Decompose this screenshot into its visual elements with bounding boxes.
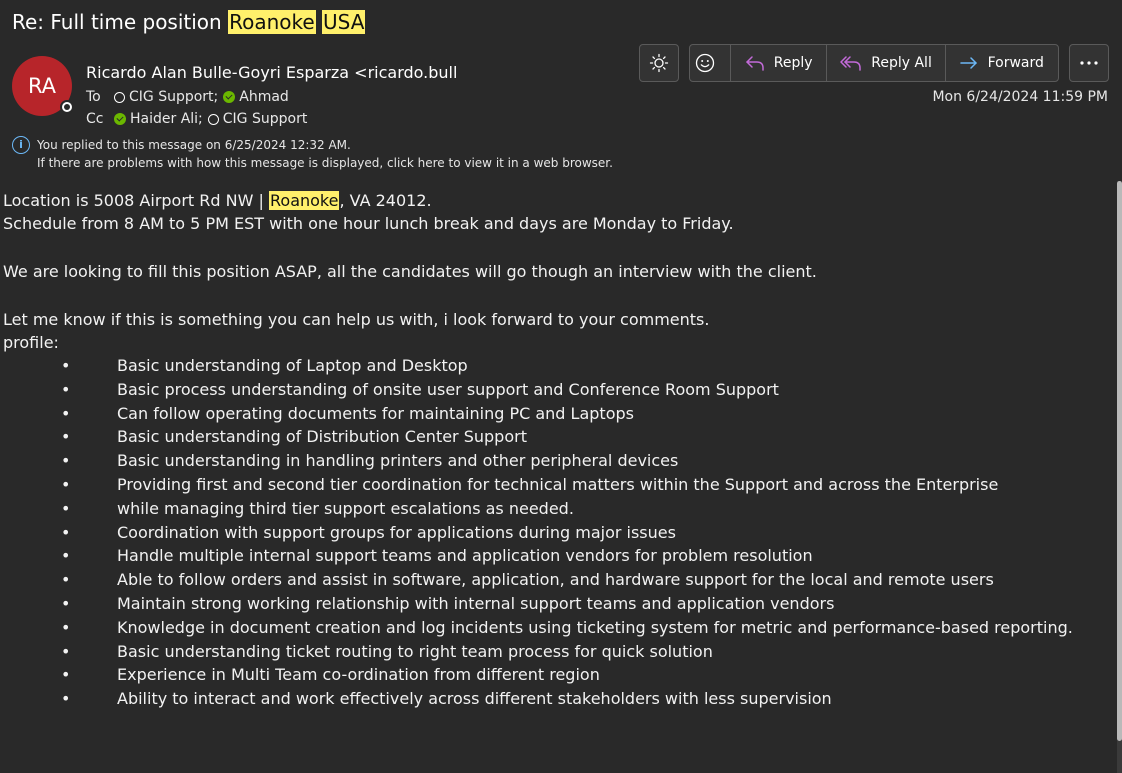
sender-name[interactable]: Ricardo Alan Bulle-Goyri Esparza <ricard…: [86, 62, 456, 84]
asap-line: We are looking to fill this position ASA…: [3, 262, 817, 281]
to-label: To: [86, 89, 101, 105]
response-button-group: Reply Reply All Forward: [689, 44, 1059, 82]
presence-offline-icon: [207, 113, 219, 125]
body-highlight-roanoke: Roanoke: [269, 191, 340, 210]
received-date: Mon 6/24/2024 11:59 PM: [932, 89, 1108, 105]
email-subject: Re: Full time position Roanoke USA: [12, 8, 366, 36]
cc-label: Cc: [86, 111, 104, 127]
list-item: while managing third tier support escala…: [3, 497, 1103, 521]
reply-label: Reply: [773, 55, 813, 71]
list-item: Knowledge in document creation and log i…: [3, 616, 1103, 640]
avatar-initials: RA: [27, 74, 57, 98]
profile-list: Basic understanding of Laptop and Deskto…: [3, 354, 1103, 711]
list-item: Basic understanding ticket routing to ri…: [3, 640, 1103, 664]
list-item: Basic process understanding of onsite us…: [3, 378, 1103, 402]
more-icon: [1080, 61, 1098, 65]
location-line: Location is 5008 Airport Rd NW | Roanoke…: [3, 189, 1103, 212]
subject-text: Re: Full time position: [12, 10, 229, 34]
forward-icon: [959, 57, 977, 69]
reply-icon: [746, 56, 764, 71]
presence-status-icon: [60, 100, 74, 114]
subject-highlight-roanoke: Roanoke: [228, 10, 316, 34]
message-body: Location is 5008 Airport Rd NW | Roanoke…: [3, 189, 1103, 711]
list-item: Can follow operating documents for maint…: [3, 402, 1103, 426]
sender-avatar[interactable]: RA: [12, 56, 74, 116]
recipient-cig-support-cc[interactable]: CIG Support: [223, 109, 308, 129]
scrollbar-thumb[interactable]: [1117, 181, 1122, 741]
emoji-reaction-button[interactable]: [690, 45, 731, 81]
forward-label: Forward: [987, 55, 1044, 71]
emoji-icon: [696, 53, 715, 73]
recipient-cig-support[interactable]: CIG Support;: [129, 87, 218, 107]
reply-button[interactable]: Reply: [731, 45, 828, 81]
cc-row: Cc Haider Ali; CIG Support: [86, 109, 312, 129]
presence-available-icon: [114, 113, 126, 125]
more-actions-button[interactable]: [1069, 44, 1109, 82]
email-reading-pane: Re: Full time position Roanoke USA RA Ri…: [0, 0, 1122, 773]
forward-button[interactable]: Forward: [946, 45, 1058, 81]
location-suffix: , VA 24012.: [339, 191, 432, 210]
presence-offline-icon: [114, 91, 125, 103]
recipient-haider-ali[interactable]: Haider Ali;: [130, 109, 203, 129]
reply-all-button[interactable]: Reply All: [827, 45, 946, 81]
list-item: Basic understanding of Laptop and Deskto…: [3, 354, 1103, 378]
profile-label: profile:: [3, 333, 59, 352]
reply-all-icon: [840, 56, 861, 71]
to-row: To CIG Support; Ahmad: [86, 87, 294, 107]
info-icon: i: [12, 136, 30, 154]
list-item: Basic understanding of Distribution Cent…: [3, 425, 1103, 449]
list-item: Experience in Multi Team co-ordination f…: [3, 663, 1103, 687]
location-text: Location is 5008 Airport Rd NW |: [3, 191, 269, 210]
list-item: Handle multiple internal support teams a…: [3, 544, 1103, 568]
list-item: Able to follow orders and assist in soft…: [3, 568, 1103, 592]
subject-highlight-usa: USA: [322, 10, 366, 34]
list-item: Coordination with support groups for app…: [3, 521, 1103, 545]
schedule-line: Schedule from 8 AM to 5 PM EST with one …: [3, 214, 734, 233]
sun-icon: [649, 53, 669, 73]
theme-toggle-button[interactable]: [639, 44, 679, 82]
recipient-ahmad[interactable]: Ahmad: [239, 87, 289, 107]
reply-all-label: Reply All: [871, 55, 932, 71]
list-item: Basic understanding in handling printers…: [3, 449, 1103, 473]
presence-available-icon: [223, 91, 236, 103]
list-item: Providing first and second tier coordina…: [3, 473, 1103, 497]
let-me-know-line: Let me know if this is something you can…: [3, 310, 710, 329]
replied-notice: You replied to this message on 6/25/2024…: [37, 138, 351, 152]
view-in-browser-link[interactable]: If there are problems with how this mess…: [37, 155, 613, 171]
list-item: Ability to interact and work effectively…: [3, 687, 1103, 711]
list-item: Maintain strong working relationship wit…: [3, 592, 1103, 616]
